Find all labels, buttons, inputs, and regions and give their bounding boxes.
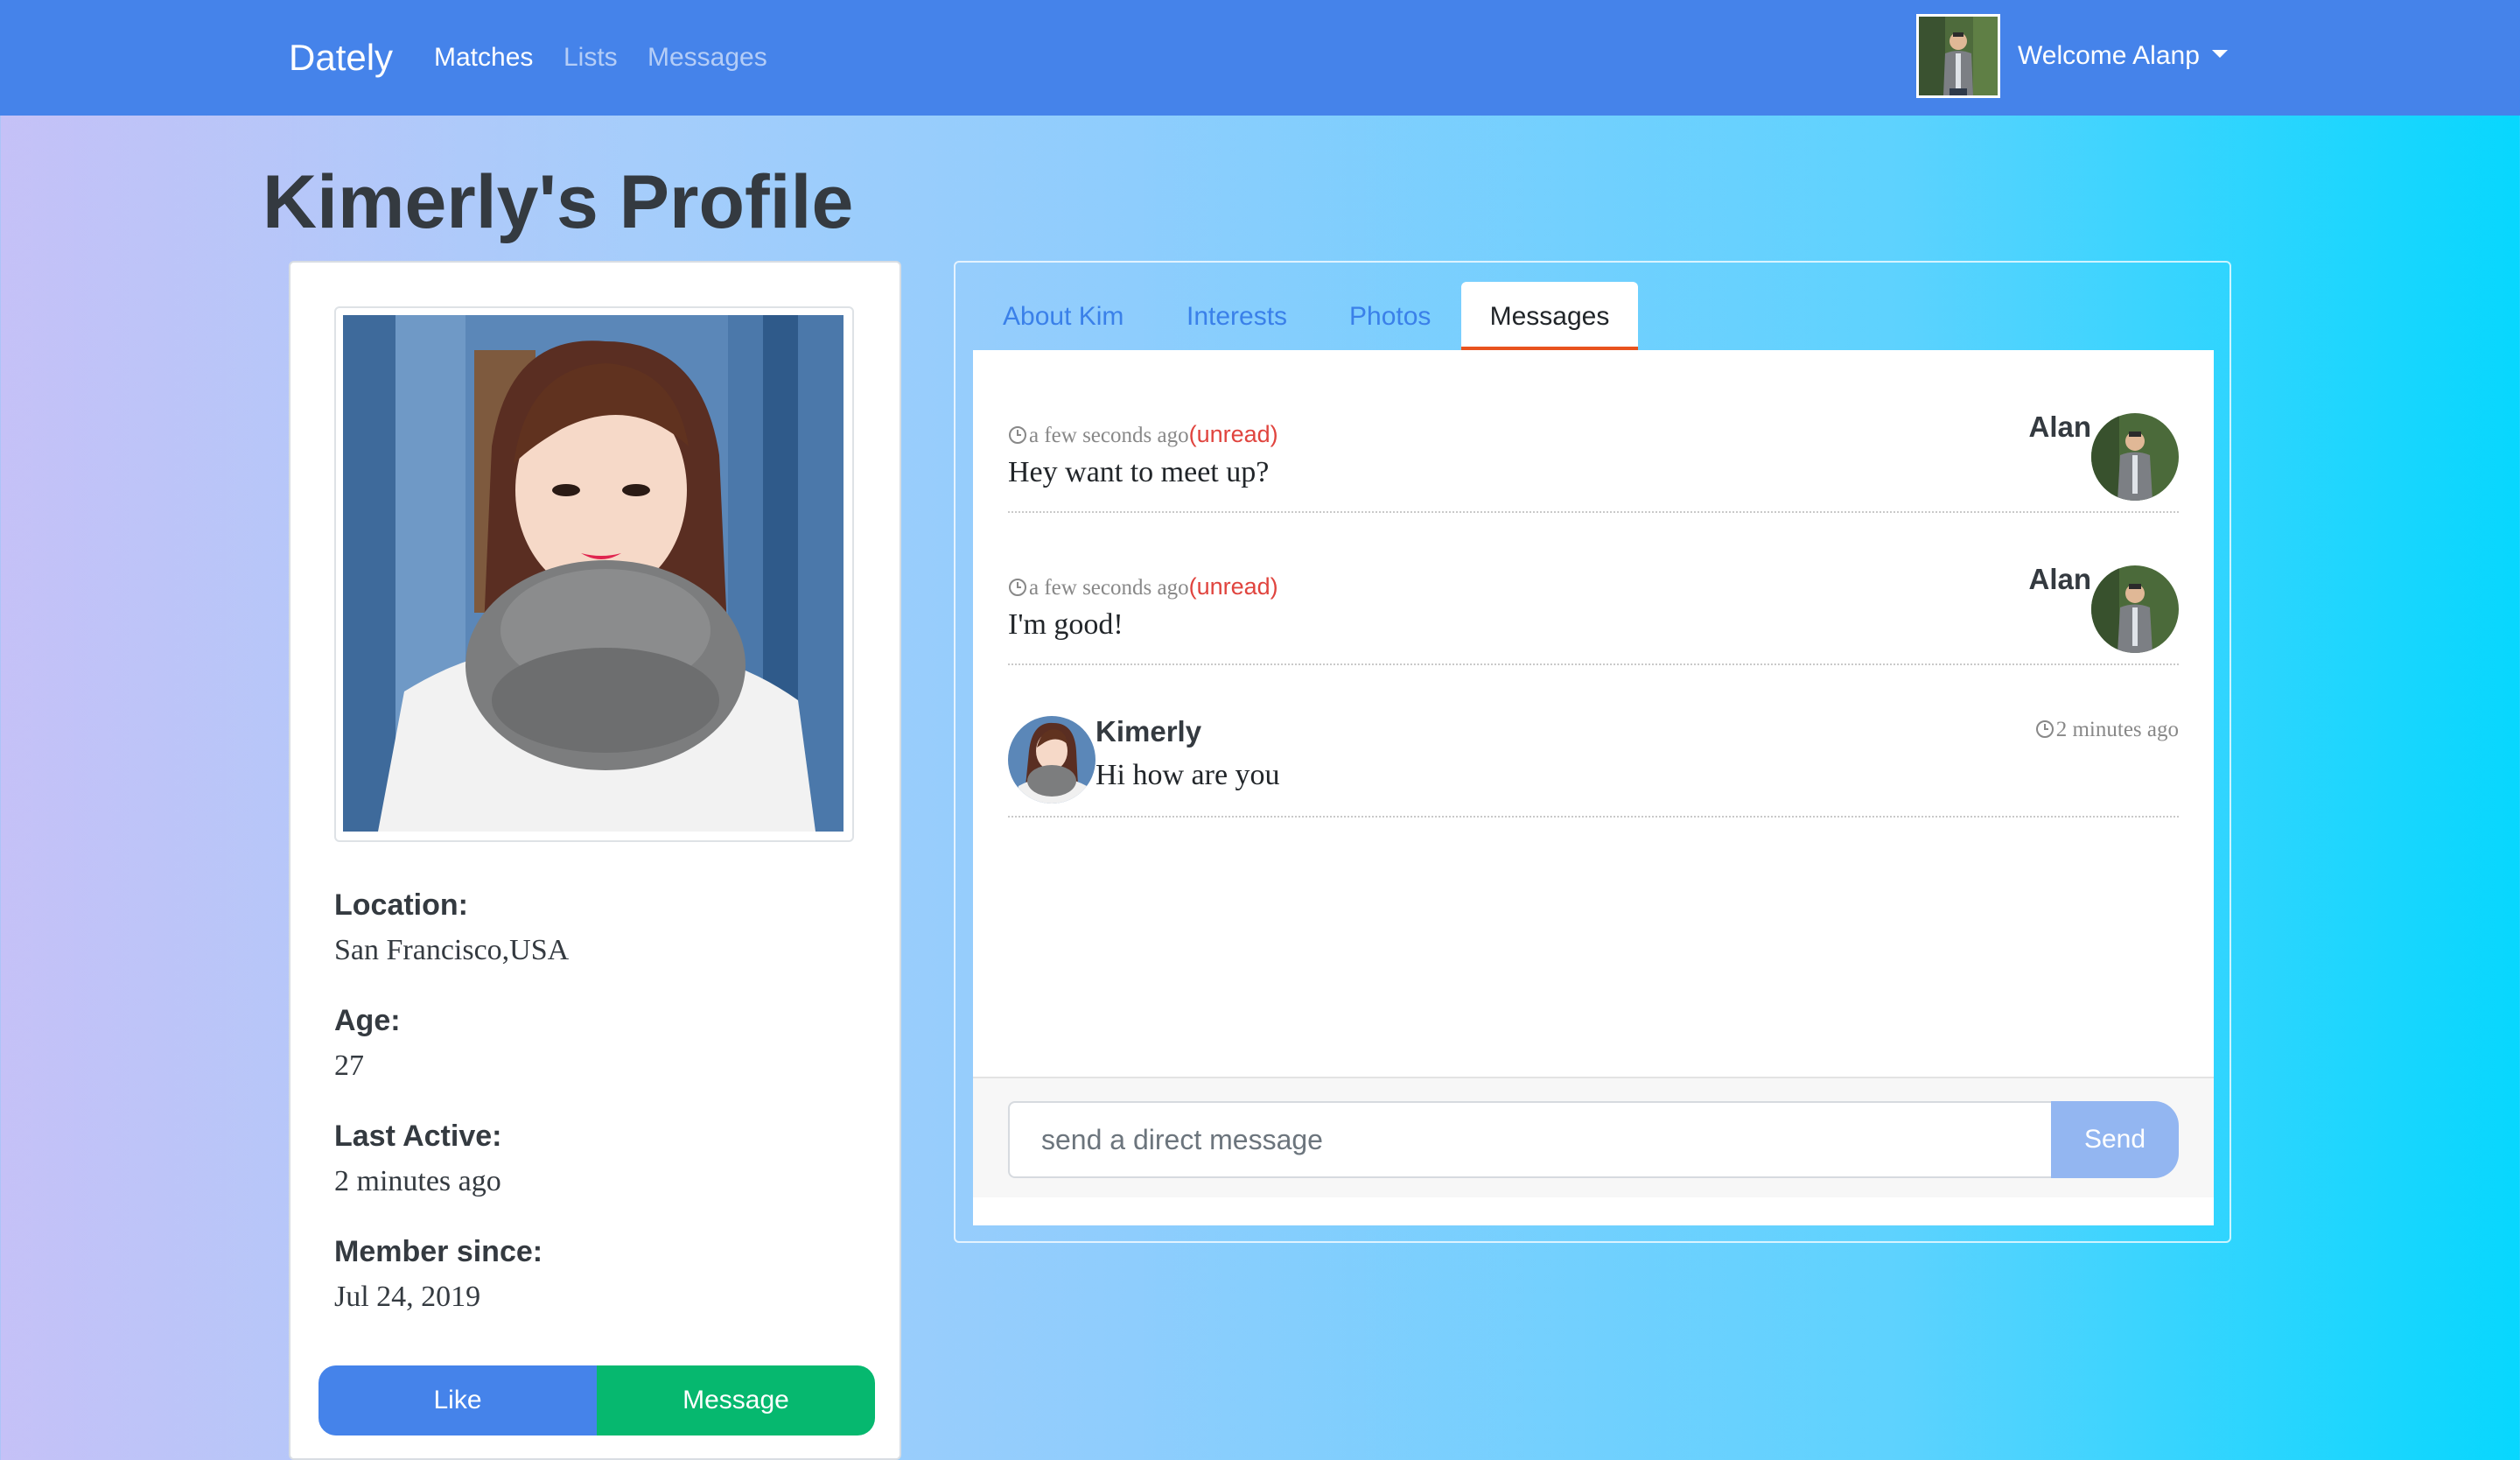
sender-avatar	[1008, 716, 1096, 804]
profile-photo-image	[343, 315, 844, 832]
tab-interests[interactable]: Interests	[1186, 282, 1287, 352]
caret-down-icon	[2211, 49, 2228, 58]
message-time: 2 minutes ago	[2055, 718, 2179, 741]
sender-avatar	[2091, 413, 2179, 501]
unread-badge: (unread)	[1188, 421, 1278, 447]
message-sender: Kimerly	[1096, 715, 1202, 748]
welcome-text: Welcome Alanp	[2018, 41, 2200, 70]
tab-photos[interactable]: Photos	[1349, 282, 1431, 352]
user-avatar-image	[1919, 17, 1998, 95]
unread-badge: (unread)	[1188, 573, 1278, 600]
message-input[interactable]	[1008, 1101, 2051, 1178]
message-button[interactable]: Message	[597, 1365, 875, 1435]
clock-icon	[2035, 720, 2054, 738]
sender-avatar	[2091, 565, 2179, 653]
messages-tab-content: a few seconds ago(unread) Hey want to me…	[973, 350, 2214, 1225]
message-text: I'm good!	[1008, 608, 1124, 641]
nav-link-lists[interactable]: Lists	[564, 40, 618, 75]
message-item: a few seconds ago(unread) Hey want to me…	[1008, 359, 2179, 513]
clock-icon	[1009, 579, 1026, 596]
member-since-value: Jul 24, 2019	[334, 1281, 481, 1313]
alan-avatar-image	[2091, 413, 2179, 501]
message-item: a few seconds ago(unread) I'm good! Alan	[1008, 511, 2179, 665]
message-composer: Send	[973, 1077, 2214, 1197]
profile-photo	[334, 306, 854, 842]
member-since-label: Member since:	[334, 1235, 543, 1268]
user-avatar[interactable]	[1916, 14, 2000, 98]
message-text: Hi how are you	[1096, 759, 1280, 791]
user-menu-toggle[interactable]: Welcome Alanp	[2018, 39, 2228, 74]
message-item: Kimerly Hi how are you 2 minutes ago	[1008, 663, 2179, 818]
message-sender: Alan	[2028, 563, 2091, 595]
age-label: Age:	[334, 1004, 401, 1037]
message-time: a few seconds ago	[1029, 424, 1189, 447]
location-label: Location:	[334, 888, 468, 922]
profile-action-buttons: Like Message	[318, 1365, 875, 1435]
alan-avatar-image	[2091, 565, 2179, 653]
tab-about[interactable]: About Kim	[1003, 282, 1124, 352]
message-text: Hey want to meet up?	[1008, 456, 1270, 488]
brand-logo[interactable]: Dately	[289, 35, 393, 81]
like-button[interactable]: Like	[318, 1365, 597, 1435]
last-active-label: Last Active:	[334, 1120, 502, 1153]
kimerly-avatar-image	[1008, 716, 1096, 804]
message-meta: a few seconds ago(unread)	[1008, 420, 1278, 450]
page-title: Kimerly's Profile	[262, 160, 854, 244]
message-sender: Alan	[2028, 411, 2091, 443]
profile-tabs-panel: About Kim Interests Photos Messages a fe…	[954, 261, 2231, 1243]
nav-link-matches[interactable]: Matches	[434, 40, 533, 75]
last-active-value: 2 minutes ago	[334, 1165, 501, 1197]
location-value: San Francisco,USA	[334, 934, 570, 966]
tab-messages[interactable]: Messages	[1461, 282, 1638, 352]
profile-card: Location: San Francisco,USA Age: 27 Last…	[289, 261, 901, 1460]
top-navbar: Dately Matches Lists Messages Welcome Al…	[0, 0, 2520, 116]
nav-link-messages[interactable]: Messages	[648, 40, 767, 75]
message-meta: a few seconds ago(unread)	[1008, 572, 1278, 602]
message-meta: 2 minutes ago	[2035, 716, 2179, 744]
age-value: 27	[334, 1049, 364, 1082]
clock-icon	[1009, 426, 1026, 444]
send-button[interactable]: Send	[2051, 1101, 2179, 1178]
message-time: a few seconds ago	[1029, 576, 1189, 600]
